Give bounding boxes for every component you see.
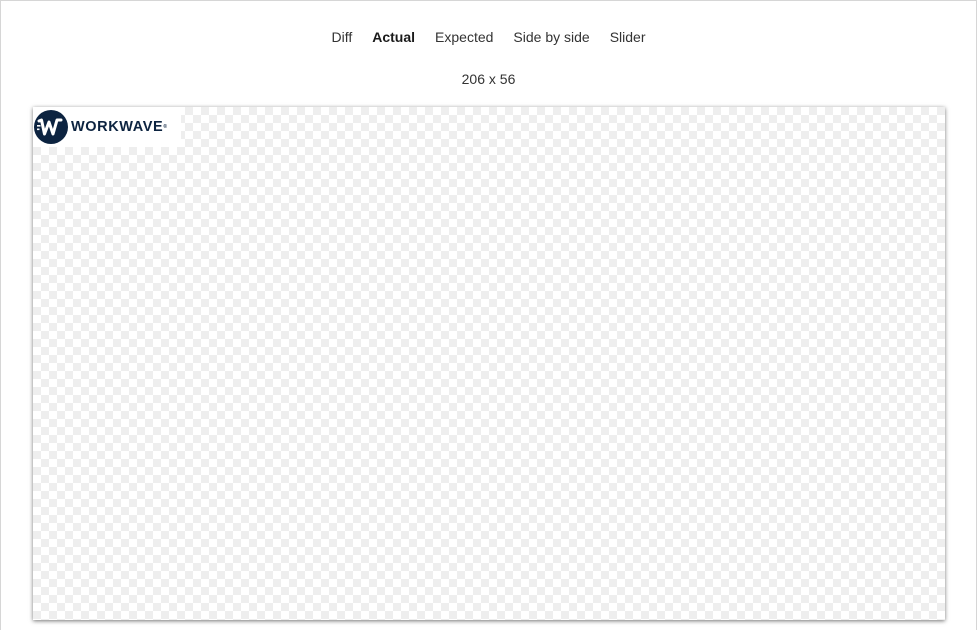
image-diff-panel: Diff Actual Expected Side by side Slider… [0, 0, 977, 630]
workwave-logo-text: WORKWAVE® [71, 119, 168, 135]
tab-slider[interactable]: Slider [600, 27, 656, 47]
tab-actual[interactable]: Actual [362, 27, 425, 47]
image-dimensions-label: 206 x 56 [461, 71, 516, 87]
view-mode-tabs: Diff Actual Expected Side by side Slider [1, 27, 976, 47]
image-viewer: WORKWAVE® [33, 107, 945, 620]
workwave-logo-icon [34, 110, 68, 144]
tab-expected[interactable]: Expected [425, 27, 503, 47]
tab-diff[interactable]: Diff [322, 27, 363, 47]
tab-side-by-side[interactable]: Side by side [503, 27, 599, 47]
logo-wordmark: WORKWAVE [71, 119, 164, 135]
registered-mark: ® [163, 124, 168, 130]
workwave-logo: WORKWAVE® [33, 107, 181, 147]
